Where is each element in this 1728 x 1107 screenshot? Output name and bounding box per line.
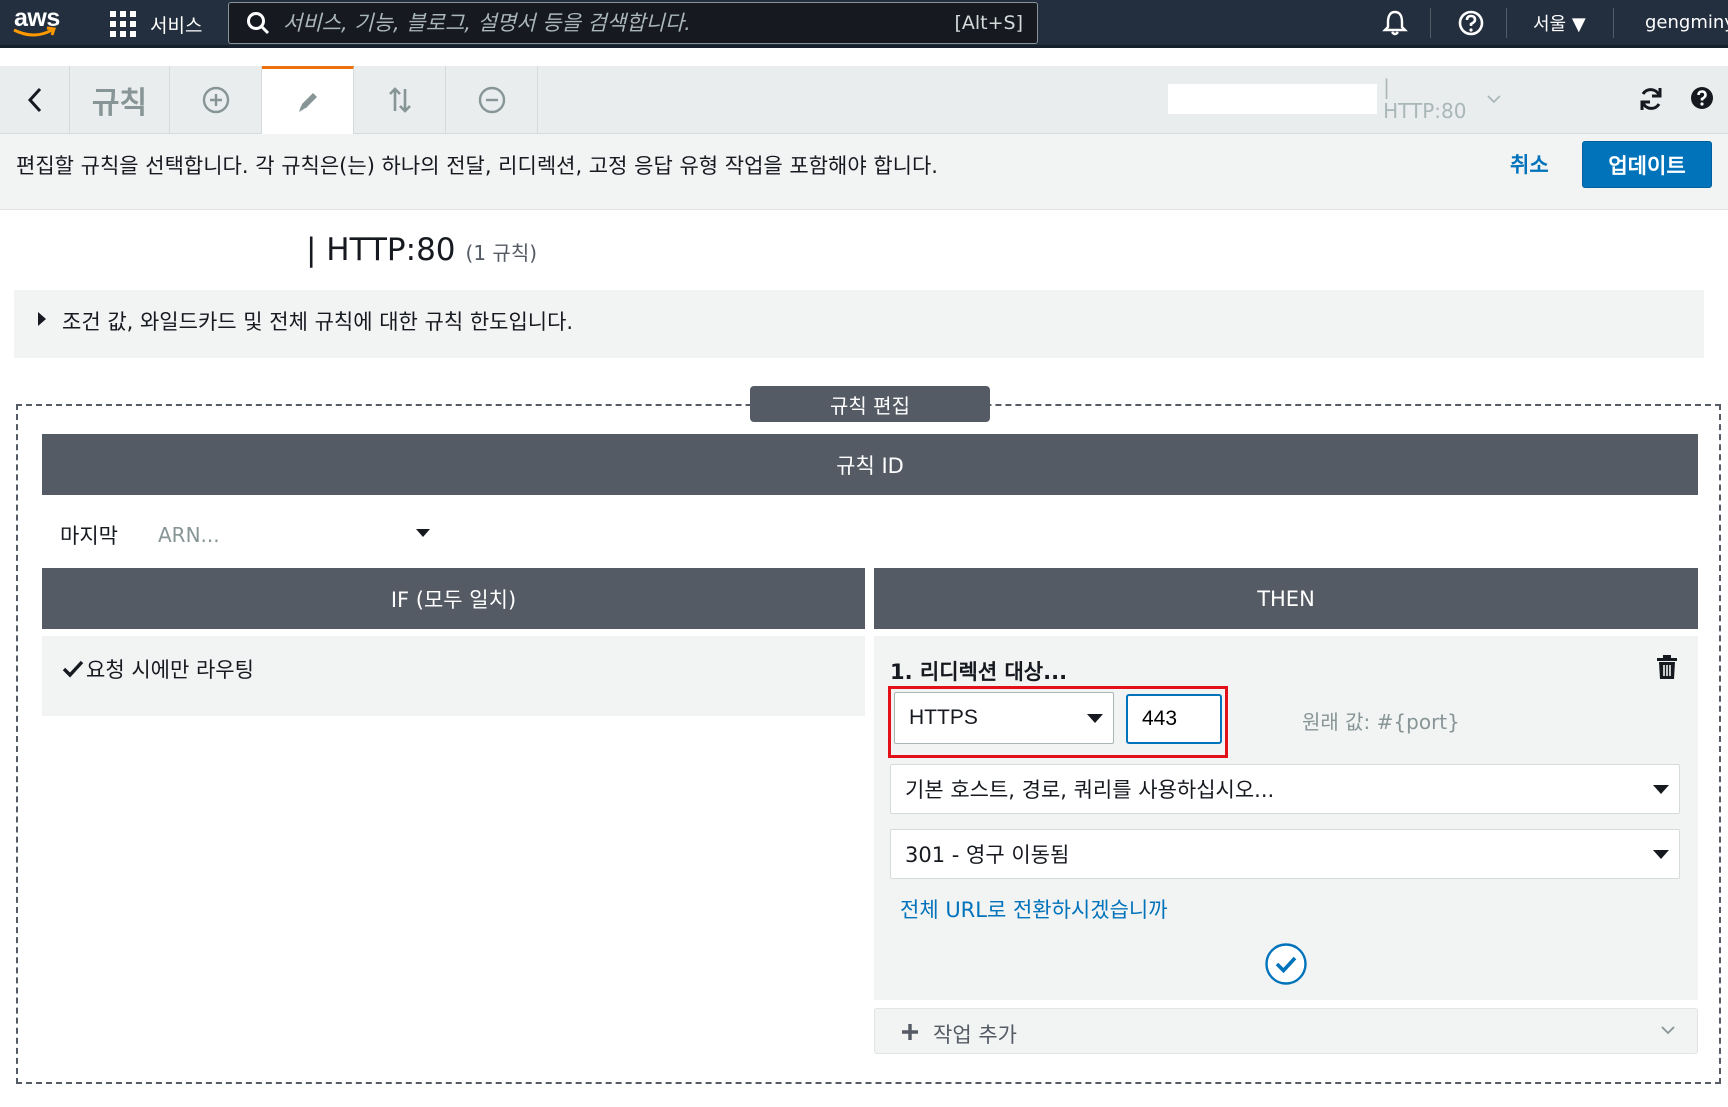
listener-heading: | HTTP:80 (1 규칙) xyxy=(306,232,537,268)
add-rule-button[interactable] xyxy=(170,66,262,134)
chevron-down-icon xyxy=(1487,95,1501,104)
pencil-icon xyxy=(298,92,317,112)
listener-label: | HTTP:80 xyxy=(1383,75,1467,123)
listener-selector[interactable]: | HTTP:80 xyxy=(1168,75,1502,123)
reorder-rules-button[interactable] xyxy=(354,66,446,134)
nav-divider xyxy=(1430,8,1431,38)
edit-rule-label: 규칙 편집 xyxy=(750,386,990,422)
search-box[interactable]: [Alt+S] xyxy=(228,2,1038,44)
refresh-button[interactable] xyxy=(1636,84,1666,114)
nav-divider xyxy=(1506,8,1507,38)
rules-tab[interactable]: 규칙 xyxy=(70,66,170,134)
nav-divider xyxy=(1613,8,1614,38)
rule-limits-expander[interactable]: 조건 값, 와일드카드 및 전체 규칙에 대한 규칙 한도입니다. xyxy=(14,290,1704,358)
instruction-bar: 편집할 규칙을 선택합니다. 각 규칙은(는) 하나의 전달, 리디렉션, 고정… xyxy=(0,134,1728,210)
services-menu[interactable]: 서비스 xyxy=(110,10,202,38)
action-title: 1. 리디렉션 대상... xyxy=(890,660,1068,684)
status-code-select[interactable]: 301 - 영구 이동됨 xyxy=(890,829,1680,879)
aws-smile-icon xyxy=(13,26,56,37)
delete-rule-button[interactable] xyxy=(446,66,538,134)
top-nav: aws 서비스 [Alt+S] 서울 ▼ gengmi xyxy=(0,0,1728,48)
add-action-label: 작업 추가 xyxy=(933,1023,1017,1047)
search-shortcut: [Alt+S] xyxy=(954,12,1023,34)
help-button[interactable] xyxy=(1457,0,1485,45)
cancel-link[interactable]: 취소 xyxy=(1510,149,1549,179)
caret-right-icon xyxy=(38,312,46,326)
chevron-down-icon xyxy=(1661,1026,1675,1035)
load-balancer-name xyxy=(1168,84,1378,114)
rule-count: (1 규칙) xyxy=(465,241,538,265)
then-actions-panel: 1. 리디렉션 대상... HTTPS 원래 값: #{port} 기본 호스트… xyxy=(874,636,1698,1000)
bell-icon xyxy=(1382,10,1408,35)
port-input[interactable] xyxy=(1126,694,1222,744)
if-condition: 요청 시에만 라우팅 xyxy=(62,654,254,684)
arn-placeholder: ARN... xyxy=(158,523,220,547)
caret-down-icon xyxy=(1653,785,1669,794)
sort-arrows-icon xyxy=(388,87,411,113)
if-header: IF (모두 일치) xyxy=(42,568,865,629)
rule-id-header: 규칙 ID xyxy=(42,434,1698,495)
chevron-left-icon xyxy=(27,87,41,113)
caret-down-icon xyxy=(1653,850,1669,859)
add-action-button[interactable]: 작업 추가 xyxy=(874,1008,1698,1054)
user-menu[interactable]: gengminy xyxy=(1645,0,1728,45)
host-path-query-select[interactable]: 기본 호스트, 경로, 쿼리를 사용하십시오... xyxy=(890,764,1680,814)
protocol-value: HTTPS xyxy=(909,706,978,729)
grid-icon xyxy=(110,11,136,37)
plus-circle-icon xyxy=(202,86,229,114)
host-option-value: 기본 호스트, 경로, 쿼리를 사용하십시오... xyxy=(905,778,1275,802)
search-icon xyxy=(247,12,270,35)
edit-rule-button[interactable] xyxy=(262,66,354,134)
search-input[interactable] xyxy=(283,11,923,35)
limits-text: 조건 값, 와일드카드 및 전체 규칙에 대한 규칙 한도입니다. xyxy=(62,310,574,334)
listener-title: | HTTP:80 xyxy=(306,232,456,268)
if-condition-text: 요청 시에만 라우팅 xyxy=(86,658,254,682)
switch-full-url-link[interactable]: 전체 URL로 전환하시겠습니까 xyxy=(900,894,1168,924)
then-header: THEN xyxy=(874,568,1698,629)
toolbar-help-button[interactable] xyxy=(1688,84,1718,114)
instruction-text: 편집할 규칙을 선택합니다. 각 규칙은(는) 하나의 전달, 리디렉션, 고정… xyxy=(16,154,938,178)
original-port-hint: 원래 값: #{port} xyxy=(1302,710,1460,734)
plus-icon xyxy=(902,1024,918,1040)
rules-toolbar: 규칙 | HTTP:80 xyxy=(0,66,1728,134)
help-filled-icon xyxy=(1691,87,1713,109)
help-circle-icon xyxy=(1458,10,1484,35)
region-selector[interactable]: 서울 ▼ xyxy=(1533,0,1586,45)
status-code-value: 301 - 영구 이동됨 xyxy=(905,843,1070,867)
rule-arn-select[interactable]: ARN... xyxy=(158,520,430,550)
services-label: 서비스 xyxy=(150,14,203,37)
protocol-select[interactable]: HTTPS xyxy=(894,692,1114,744)
trash-icon[interactable] xyxy=(1656,654,1678,680)
priority-label: 마지막 xyxy=(60,524,118,548)
check-icon xyxy=(62,660,84,678)
if-conditions-panel: 요청 시에만 라우팅 xyxy=(42,636,865,716)
caret-down-icon xyxy=(416,529,430,537)
back-button[interactable] xyxy=(0,66,70,134)
notifications-button[interactable] xyxy=(1382,0,1408,45)
caret-down-icon xyxy=(1087,714,1103,723)
update-button[interactable]: 업데이트 xyxy=(1582,141,1712,188)
minus-circle-icon xyxy=(478,86,505,114)
aws-logo[interactable]: aws xyxy=(12,4,62,40)
confirm-check-icon[interactable] xyxy=(1264,942,1308,986)
refresh-icon xyxy=(1640,88,1662,110)
